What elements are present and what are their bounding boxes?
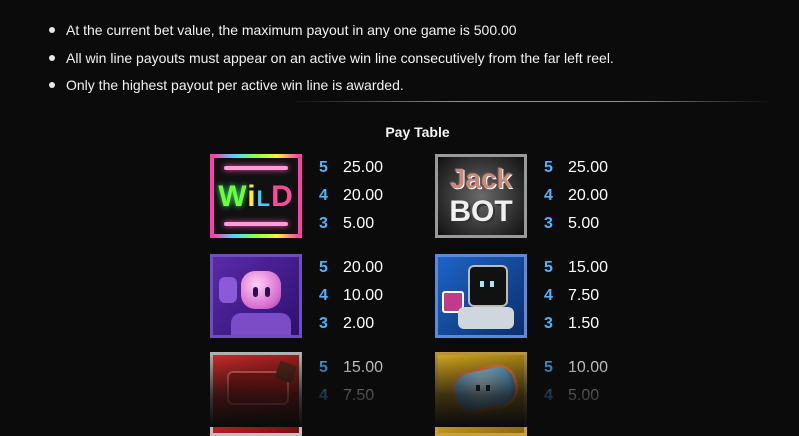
pay-row: 4 7.50 xyxy=(319,387,375,404)
rule-max-payout: At the current bet value, the maximum pa… xyxy=(49,22,517,38)
pay-row: 3 5.00 xyxy=(319,215,375,232)
wild-neon-icon: WiLD xyxy=(210,154,302,238)
pay-row: 4 20.00 xyxy=(544,187,609,204)
scroll-fade-overlay xyxy=(0,348,799,427)
divider xyxy=(290,101,770,102)
wild-symbol-label: WiLD xyxy=(218,180,294,213)
pay-row: 5 20.00 xyxy=(319,259,384,276)
pay-row: 5 10.00 xyxy=(544,359,609,376)
pay-row: 3 1.50 xyxy=(544,315,600,332)
pay-row: 4 20.00 xyxy=(319,187,384,204)
jackbot-logo-icon: Jack BOT xyxy=(435,154,527,238)
blue-robot-icon xyxy=(435,254,527,338)
pay-row: 3 5.00 xyxy=(544,215,600,232)
yellow-robot-icon xyxy=(435,352,527,436)
red-robot-icon xyxy=(210,352,302,436)
jackbot-label-bot: BOT xyxy=(449,195,513,228)
rule-win-line-consecutive: All win line payouts must appear on an a… xyxy=(49,50,614,66)
pay-row: 5 15.00 xyxy=(544,259,609,276)
pay-row: 5 25.00 xyxy=(319,159,384,176)
pay-table-title: Pay Table xyxy=(385,124,450,140)
jackbot-label-jack: Jack xyxy=(449,163,513,194)
rule-highest-payout: Only the highest payout per active win l… xyxy=(49,77,404,93)
pay-row: 4 7.50 xyxy=(544,287,600,304)
pay-row: 3 2.00 xyxy=(319,315,375,332)
pay-row: 5 25.00 xyxy=(544,159,609,176)
pay-row: 4 5.00 xyxy=(544,387,600,404)
pay-row: 5 15.00 xyxy=(319,359,384,376)
pay-row: 4 10.00 xyxy=(319,287,384,304)
purple-robot-icon xyxy=(210,254,302,338)
